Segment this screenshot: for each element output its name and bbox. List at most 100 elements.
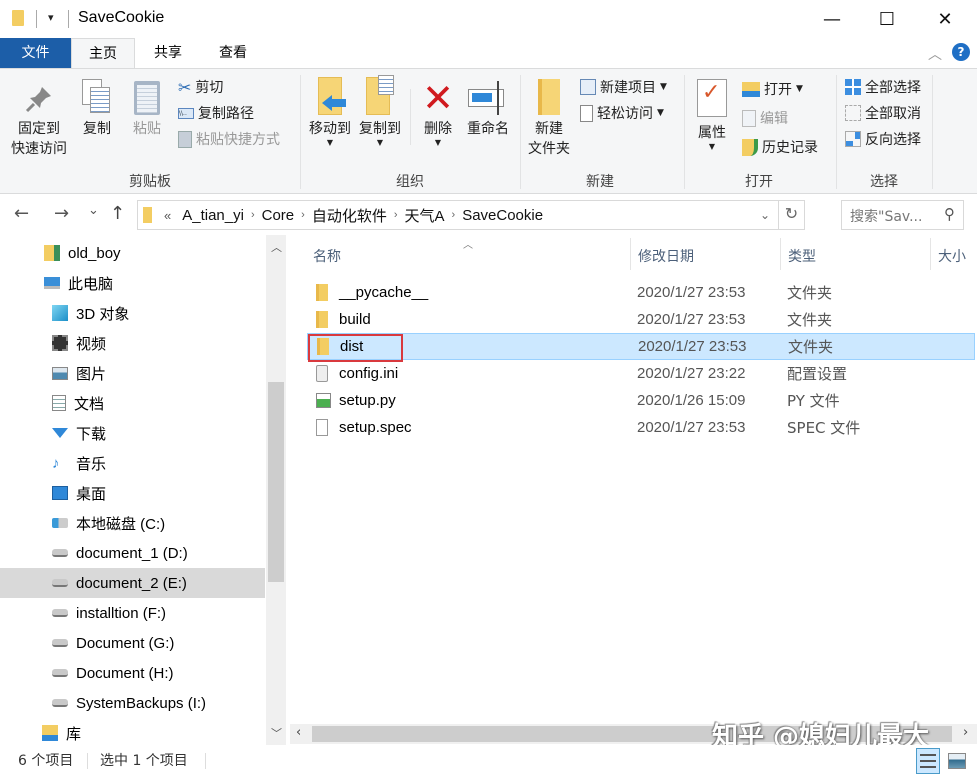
sidebar-item[interactable]: 本地磁盘 (C:) (0, 508, 265, 538)
sidebar-item[interactable]: 文档 (0, 388, 265, 418)
file-row[interactable]: dist 2020/1/27 23:53 文件夹 (307, 333, 975, 360)
breadcrumb-item[interactable]: Core (255, 207, 302, 224)
music-icon: ♪ (52, 455, 60, 472)
breadcrumb-item[interactable]: SaveCookie (455, 207, 550, 224)
sidebar-item[interactable]: 图片 (0, 358, 265, 388)
group-label-select: 选择 (870, 174, 898, 190)
sidebar-item[interactable]: document_2 (E:) (0, 568, 265, 598)
breadcrumb-item[interactable]: A_tian_yi (175, 207, 251, 224)
sidebar-item[interactable]: old_boy (0, 238, 265, 268)
column-divider[interactable] (630, 238, 631, 270)
sidebar-scroll-thumb[interactable] (268, 382, 284, 582)
file-type: SPEC 文件 (787, 419, 861, 437)
breadcrumb-item[interactable]: 自动化软件 (305, 205, 394, 226)
paste-shortcut-button[interactable]: 粘贴快捷方式 (178, 127, 280, 151)
sidebar-item[interactable]: Document (H:) (0, 658, 265, 688)
refresh-button[interactable]: ↻ (778, 201, 804, 229)
sidebar-item[interactable]: 下载 (0, 418, 265, 448)
help-icon[interactable]: ? (952, 43, 970, 61)
sort-ascending-icon: ︿ (463, 240, 473, 251)
column-header-name[interactable]: 名称 (313, 246, 341, 266)
scroll-up-icon[interactable]: ︿ (271, 239, 282, 255)
window-title: SaveCookie (78, 9, 165, 26)
file-name: config.ini (339, 365, 399, 382)
copy-button[interactable]: 复制 (76, 79, 118, 139)
column-divider[interactable] (930, 238, 931, 270)
breadcrumb-item[interactable]: 天气A (398, 205, 452, 226)
paste-button[interactable]: 粘贴 (126, 79, 168, 139)
sidebar-item-label: 图片 (76, 365, 107, 383)
new-folder-button[interactable]: 新建 文件夹 (524, 79, 574, 159)
large-icons-view-button[interactable] (948, 753, 966, 769)
tab-home[interactable]: 主页 (71, 38, 135, 68)
select-all-button[interactable]: 全部选择 (845, 75, 921, 99)
history-button[interactable]: 历史记录 (742, 135, 818, 159)
delete-x-icon: ✕ (422, 76, 454, 120)
file-row[interactable]: config.ini 2020/1/27 23:22 配置设置 (307, 360, 975, 387)
column-header-date[interactable]: 修改日期 (638, 246, 694, 266)
invert-selection-button[interactable]: 反向选择 (845, 127, 921, 151)
sidebar-item[interactable]: 桌面 (0, 478, 265, 508)
scroll-down-icon[interactable]: ﹀ (271, 725, 282, 741)
drive-icon (52, 609, 68, 617)
sidebar-item[interactable]: Document (G:) (0, 628, 265, 658)
properties-button[interactable]: ✓ 属性 ▼ (690, 79, 734, 151)
sidebar-item[interactable]: 此电脑 (0, 268, 265, 298)
sidebar-item-label: 本地磁盘 (C:) (76, 515, 166, 533)
file-row[interactable]: __pycache__ 2020/1/27 23:53 文件夹 (307, 279, 975, 306)
up-button[interactable]: ↑ (110, 203, 125, 224)
file-row[interactable]: setup.py 2020/1/26 15:09 PY 文件 (307, 387, 975, 414)
sidebar-item[interactable]: SystemBackups (I:) (0, 688, 265, 718)
open-button[interactable]: 打开 ▼ (742, 77, 803, 101)
sidebar-item[interactable]: document_1 (D:) (0, 538, 265, 568)
edit-button[interactable]: 编辑 (742, 106, 788, 130)
close-button[interactable]: ✕ (916, 0, 974, 38)
sidebar-item[interactable]: installtion (F:) (0, 598, 265, 628)
cut-button[interactable]: ✂ 剪切 (178, 75, 223, 99)
file-type: PY 文件 (787, 392, 840, 410)
file-icon (316, 419, 328, 436)
pin-quick-access-button[interactable]: 固定到 快速访问 (6, 79, 72, 159)
quick-access-dropdown[interactable]: ▾ (48, 11, 54, 24)
copy-to-button[interactable]: 复制到 ▼ (356, 75, 404, 147)
column-header-type[interactable]: 类型 (788, 246, 816, 266)
delete-button[interactable]: ✕ 删除 ▼ (418, 77, 458, 147)
file-date: 2020/1/27 23:53 (637, 419, 746, 436)
search-input[interactable]: 搜索"Sav... ⚲ (841, 200, 964, 230)
column-header-size[interactable]: 大小 (938, 246, 966, 266)
sidebar-item[interactable]: 库 (0, 718, 265, 748)
recent-locations-button[interactable]: ⌄ (88, 203, 99, 218)
scroll-right-icon[interactable]: › (963, 725, 968, 740)
sidebar-item[interactable]: 视频 (0, 328, 265, 358)
maximize-button[interactable]: ☐ (858, 0, 916, 38)
back-button[interactable]: ← (14, 203, 29, 224)
breadcrumb-overflow[interactable]: « (160, 208, 175, 223)
easy-access-button[interactable]: 轻松访问 ▼ (580, 101, 664, 125)
sidebar-item[interactable]: 3D 对象 (0, 298, 265, 328)
rename-button[interactable]: 重命名 (462, 77, 514, 139)
move-to-button[interactable]: 移动到 ▼ (306, 77, 354, 147)
sidebar-item[interactable]: ♪ 音乐 (0, 448, 265, 478)
tab-share[interactable]: 共享 (138, 38, 198, 68)
scroll-left-icon[interactable]: ‹ (296, 725, 301, 740)
new-item-button[interactable]: 新建项目 ▼ (580, 75, 667, 99)
new-folder-icon (524, 79, 574, 119)
file-row[interactable]: setup.spec 2020/1/27 23:53 SPEC 文件 (307, 414, 975, 441)
minimize-button[interactable]: — (803, 0, 861, 38)
divider (87, 753, 88, 769)
sidebar-item-label: installtion (F:) (76, 604, 167, 622)
collapse-ribbon-icon[interactable]: ︿ (928, 44, 942, 64)
tab-file[interactable]: 文件 (0, 38, 71, 68)
sidebar-item-label: 文档 (74, 395, 105, 413)
column-divider[interactable] (780, 238, 781, 270)
select-none-button[interactable]: 全部取消 (845, 101, 921, 125)
forward-button[interactable]: → (54, 203, 69, 224)
tab-view[interactable]: 查看 (203, 38, 263, 68)
navigation-pane: old_boy 此电脑 3D 对象 视频图片文档下载 ♪ 音乐 桌面本地磁盘 (C:) doc… (0, 235, 288, 745)
copy-path-button[interactable]: \\.. 复制路径 (178, 101, 254, 125)
file-date: 2020/1/27 23:53 (637, 311, 746, 328)
details-view-button[interactable] (916, 748, 940, 774)
file-row[interactable]: build 2020/1/27 23:53 文件夹 (307, 306, 975, 333)
address-bar[interactable]: « A_tian_yi › Core › 自动化软件 › 天气A › SaveC… (137, 200, 805, 230)
address-history-dropdown[interactable]: ⌄ (752, 208, 778, 222)
